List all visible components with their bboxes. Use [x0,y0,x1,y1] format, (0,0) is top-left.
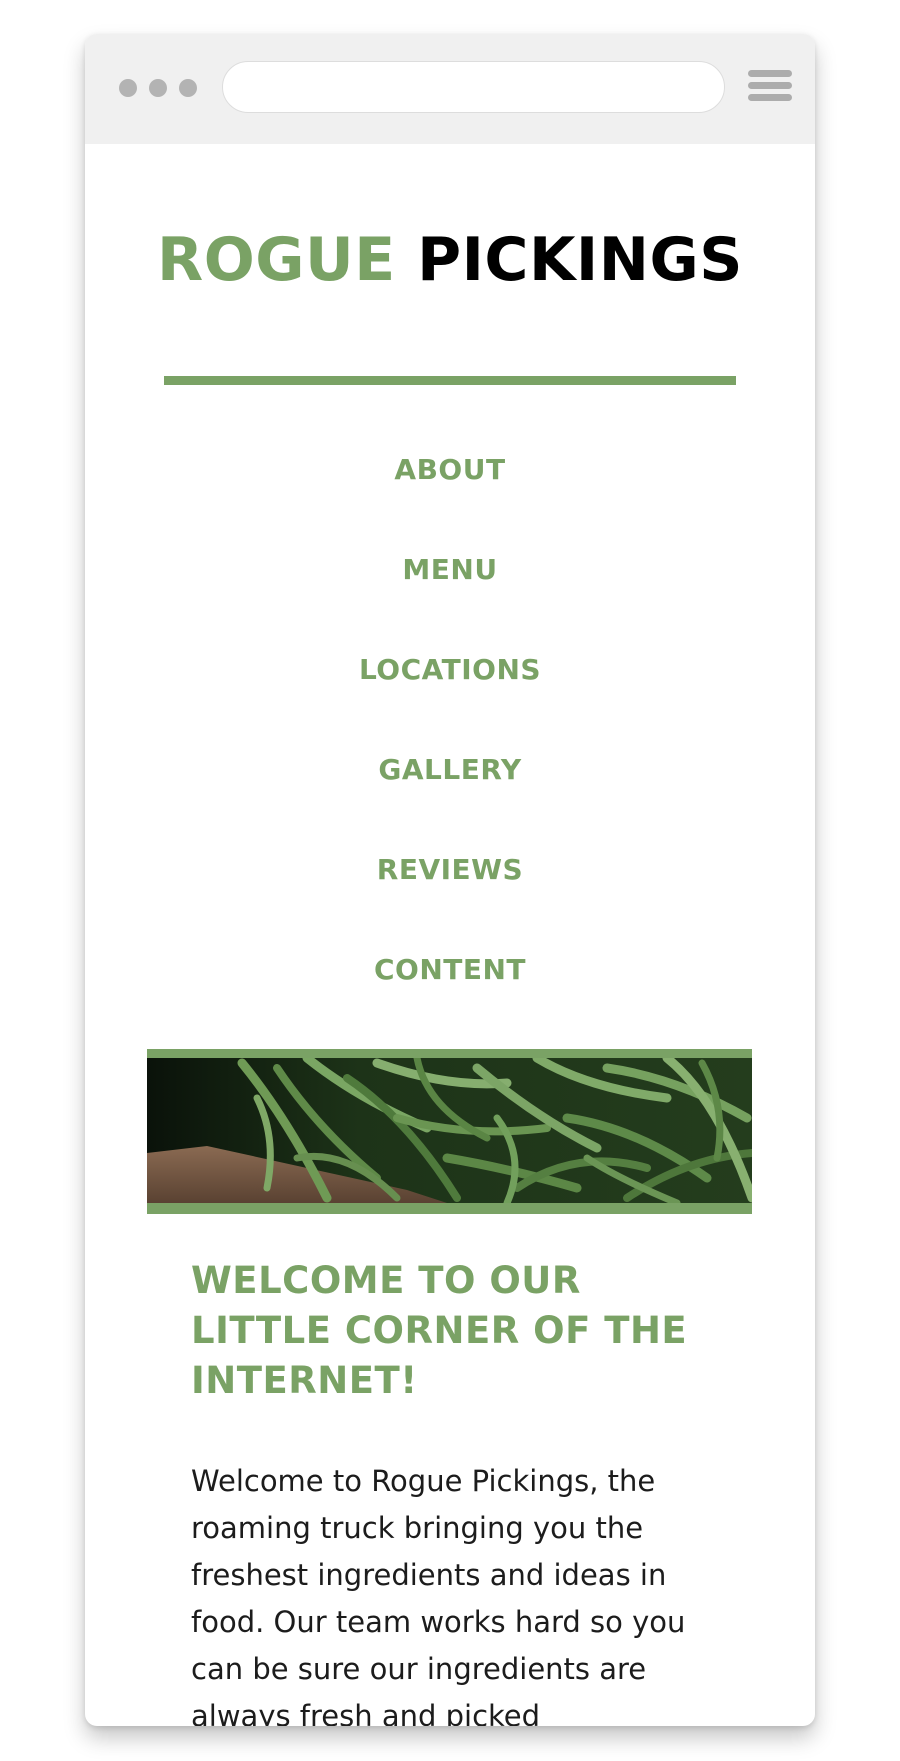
site-title-pickings: PICKINGS [417,225,743,295]
window-dot[interactable] [179,79,197,97]
green-beans-photo [147,1058,752,1203]
nav-item-content: CONTENT [85,950,815,1050]
site-title-rogue: ROGUE [157,225,396,295]
welcome-heading: WELCOME TO OUR LITTLE CORNER OF THE INTE… [191,1259,688,1402]
nav-item-locations: LOCATIONS [85,650,815,750]
nav-item-about: ABOUT [85,450,815,550]
nav-link-reviews[interactable]: REVIEWS [377,850,523,890]
nav-link-locations[interactable]: LOCATIONS [359,650,541,690]
nav-link-menu[interactable]: MENU [402,550,497,590]
nav-item-menu: MENU [85,550,815,650]
nav-item-gallery: GALLERY [85,750,815,850]
window-dot[interactable] [119,79,137,97]
browser-window: ROGUE PICKINGS ABOUT MENU LOCATIONS GALL… [85,34,815,1726]
nav-link-gallery[interactable]: GALLERY [378,750,521,790]
nav-link-content[interactable]: CONTENT [374,950,526,990]
nav-link-about[interactable]: ABOUT [394,450,505,490]
hamburger-menu-icon[interactable] [748,70,792,106]
title-divider [164,376,736,385]
window-dot[interactable] [149,79,167,97]
site-title: ROGUE PICKINGS [85,224,815,296]
hero-banner [147,1049,752,1214]
address-bar[interactable] [222,61,725,113]
browser-toolbar [85,34,815,144]
main-nav: ABOUT MENU LOCATIONS GALLERY REVIEWS CON… [85,450,815,1050]
nav-item-reviews: REVIEWS [85,850,815,950]
welcome-body-text: Welcome to Rogue Pickings, the roaming t… [191,1464,686,1726]
window-controls-icon [119,79,197,97]
